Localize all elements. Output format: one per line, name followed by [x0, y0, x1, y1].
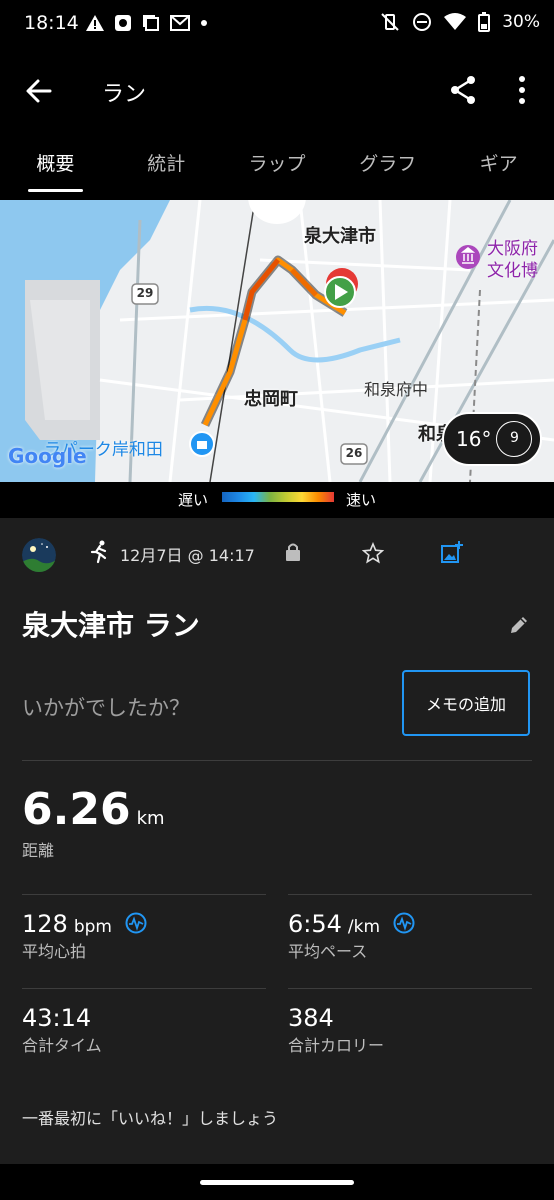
avatar[interactable] — [22, 538, 56, 572]
google-logo: Google — [8, 444, 87, 468]
heart-rate-stat: 128 bpm 平均心拍 — [22, 910, 147, 962]
route-26-label: 26 — [345, 446, 363, 460]
battery-percent: 30% — [502, 12, 540, 32]
dnd-icon — [413, 13, 432, 31]
star-icon[interactable] — [362, 542, 384, 564]
distance-stat: 6.26 km 距離 — [22, 784, 165, 861]
vibrate-off-icon — [381, 13, 399, 31]
distance-unit: km — [136, 808, 165, 829]
tab-overview[interactable]: 概要 — [0, 130, 111, 200]
like-prompt[interactable]: 一番最初に「いいね！」しましょう — [22, 1105, 278, 1129]
running-icon — [90, 540, 107, 564]
pace-chart-icon[interactable] — [393, 912, 415, 934]
legend-fast: 速い — [346, 491, 377, 509]
weather-temp: 16° — [456, 427, 492, 451]
pace-value: 6:54 — [288, 910, 342, 938]
speed-legend: 遅い 速い — [0, 482, 554, 518]
map-label-city: 泉大津市 — [304, 226, 376, 247]
calories-value: 384 — [288, 1004, 334, 1032]
legend-slow: 遅い — [178, 491, 209, 509]
add-memo-button[interactable]: メモの追加 — [402, 670, 530, 736]
divider — [288, 894, 532, 895]
wind-speed: 9 — [510, 430, 519, 446]
heart-rate-label: 平均心拍 — [22, 942, 87, 961]
tab-gear[interactable]: ギア — [443, 130, 554, 200]
wifi-icon — [444, 13, 467, 30]
heart-rate-value: 128 — [22, 910, 68, 938]
gesture-bar — [0, 1164, 554, 1200]
status-time: 18:14 — [24, 12, 79, 34]
map-label-izumi-fuchu: 和泉府中 — [364, 380, 429, 399]
calories-label: 合計カロリー — [288, 1036, 385, 1055]
tab-stats[interactable]: 統計 — [111, 130, 222, 200]
heart-rate-unit: bpm — [73, 917, 112, 937]
heart-rate-chart-icon[interactable] — [125, 912, 147, 934]
activity-details: 12月7日 @ 14:17 泉大津市 ラン いかがでしたか？ メモの追加 6.2… — [0, 518, 554, 1200]
route-29-label: 29 — [136, 286, 154, 300]
weather-chip: 16° 9 — [442, 412, 542, 466]
distance-value: 6.26 — [22, 784, 131, 835]
back-arrow-icon[interactable] — [24, 76, 54, 106]
mail-icon — [170, 15, 190, 31]
app-bar: ラン — [0, 52, 554, 130]
divider — [22, 760, 532, 761]
calories-stat: 384 合計カロリー — [288, 1004, 384, 1056]
legend-gradient — [222, 492, 334, 502]
warning-icon — [86, 15, 104, 31]
edit-pencil-icon[interactable] — [508, 614, 530, 636]
tab-laps[interactable]: ラップ — [222, 130, 333, 200]
copy-icon — [143, 15, 159, 31]
feeling-question: いかがでしたか？ — [22, 696, 190, 720]
distance-label: 距離 — [22, 841, 55, 860]
total-time-stat: 43:14 合計タイム — [22, 1004, 102, 1056]
tab-bar: 概要 統計 ラップ グラフ ギア — [0, 130, 554, 200]
divider — [22, 894, 266, 895]
battery-icon — [478, 12, 491, 32]
app-notification-icon — [115, 15, 131, 31]
status-system-icons: 30% — [380, 12, 540, 32]
status-bar: 18:14 30% — [0, 0, 554, 52]
home-handle[interactable] — [200, 1180, 354, 1185]
activity-meta-row: 12月7日 @ 14:17 — [0, 518, 554, 588]
map-label-museum: 大阪府 文化博 — [487, 239, 538, 281]
status-notification-icons — [86, 14, 208, 32]
activity-date: 12月7日 @ 14:17 — [120, 546, 255, 565]
map-label-tadaoka: 忠岡町 — [244, 389, 298, 410]
pace-unit: /km — [347, 917, 381, 937]
total-time-label: 合計タイム — [22, 1036, 102, 1055]
total-time-value: 43:14 — [22, 1004, 92, 1032]
pace-label: 平均ペース — [288, 942, 368, 961]
divider — [288, 988, 532, 989]
tab-graph[interactable]: グラフ — [332, 130, 443, 200]
page-title: ラン — [102, 82, 147, 107]
dot-icon — [201, 20, 207, 26]
pace-stat: 6:54/km 平均ペース — [288, 910, 415, 962]
more-vert-icon[interactable] — [510, 74, 534, 106]
route-map[interactable]: 泉大津市 大阪府 文化博 忠岡町 和泉府中 和泉 ラパーク岸和田 29 26 G… — [0, 200, 554, 482]
activity-title: 泉大津市 ラン — [22, 609, 200, 642]
divider — [22, 988, 266, 989]
share-icon[interactable] — [448, 74, 478, 106]
add-photo-icon[interactable] — [440, 540, 464, 564]
lock-icon[interactable] — [284, 542, 302, 562]
